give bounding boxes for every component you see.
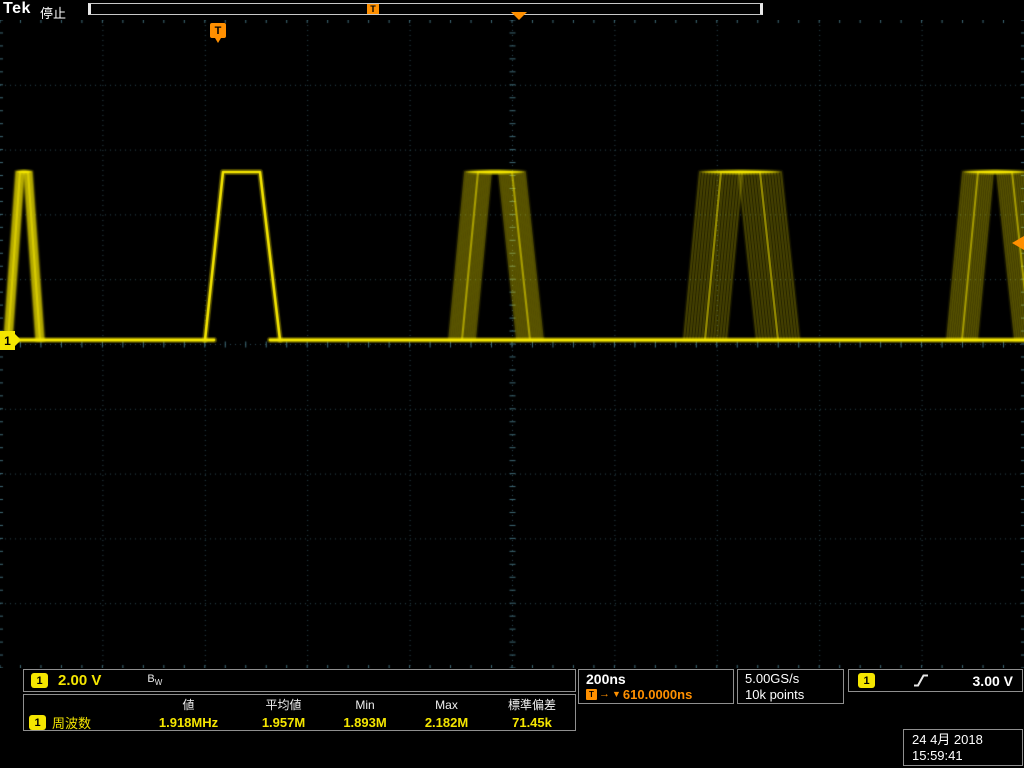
horizontal-readout: 200ns T → ▼ 610.0000ns bbox=[578, 669, 734, 704]
record-trigger-marker: T bbox=[367, 4, 379, 14]
timebase-readout: 200ns bbox=[586, 671, 626, 687]
waveform-display bbox=[0, 20, 1024, 668]
measurement-value-row: 1 周波数 1.918MHz 1.957M 1.893M 2.182M 71.4… bbox=[24, 713, 575, 732]
meas-mean: 1.957M bbox=[261, 715, 306, 730]
record-length-readout: 10k points bbox=[745, 687, 805, 702]
rising-edge-trigger-icon bbox=[913, 673, 929, 688]
datetime-panel: 24 4月 2018 15:59:41 bbox=[903, 729, 1023, 766]
trigger-level-readout: 3.00 V bbox=[972, 672, 1013, 689]
measurement-header-row: 値 平均値 Min Max 標準偏差 bbox=[24, 696, 575, 713]
trigger-level-arrow-icon bbox=[1012, 236, 1024, 250]
bw-sub: W bbox=[154, 678, 163, 688]
sample-rate-readout: 5.00GS/s bbox=[745, 671, 800, 686]
channel-1-badge: 1 bbox=[29, 715, 46, 730]
delay-marker-icon: ▼ bbox=[612, 689, 621, 699]
meas-header: 標準偏差 bbox=[507, 698, 556, 712]
arrow-right-icon: → bbox=[599, 688, 610, 700]
trigger-point-flag: T bbox=[210, 23, 226, 43]
channel-1-badge: 1 bbox=[858, 673, 875, 688]
meas-header: 値 bbox=[182, 698, 195, 712]
time-readout: 15:59:41 bbox=[912, 748, 963, 763]
trigger-delay-readout: T → ▼ 610.0000ns bbox=[586, 687, 726, 702]
bandwidth-limit-indicator: BW bbox=[147, 673, 162, 687]
meas-header: 平均値 bbox=[265, 698, 302, 712]
trigger-delay-t-icon: T bbox=[586, 689, 597, 700]
meas-stddev: 71.45k bbox=[512, 715, 552, 730]
meas-max: 2.182M bbox=[424, 715, 469, 730]
bw-letter: B bbox=[147, 673, 155, 686]
tek-logo: Tek bbox=[3, 0, 31, 17]
measurement-name: 周波数 bbox=[52, 716, 92, 731]
meas-header: Min bbox=[355, 697, 375, 712]
measurement-panel: 値 平均値 Min Max 標準偏差 1 周波数 1.918MHz 1.957M… bbox=[23, 694, 576, 731]
record-view-bar: T bbox=[88, 3, 763, 15]
channel-1-badge: 1 bbox=[31, 673, 48, 688]
date-readout: 24 4月 2018 bbox=[912, 732, 983, 747]
top-status-bar: Tek 停止 T bbox=[0, 0, 1024, 21]
trigger-delay-value: 610.0000ns bbox=[622, 687, 693, 702]
meas-header: Max bbox=[435, 697, 458, 712]
trigger-position-icon bbox=[511, 12, 527, 20]
channel-1-ground-marker: 1 bbox=[0, 331, 21, 350]
acquisition-readout: 5.00GS/s 10k points bbox=[737, 669, 844, 704]
meas-value: 1.918MHz bbox=[158, 715, 219, 730]
measurement-source: 1 周波数 bbox=[24, 713, 136, 732]
meas-min: 1.893M bbox=[343, 715, 387, 730]
channel-1-scale-readout: 2.00 V bbox=[58, 672, 102, 689]
trigger-readout: 1 3.00 V bbox=[848, 669, 1023, 692]
channel-1-readout: 1 2.00 V BW bbox=[23, 669, 576, 692]
